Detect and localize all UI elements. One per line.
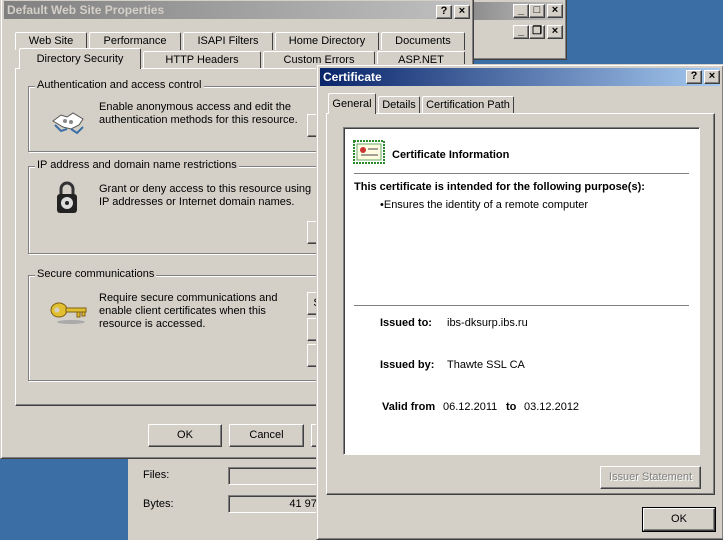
issued-by-label: Issued by: (380, 359, 435, 371)
valid-to-label: to (506, 401, 517, 413)
tab-label: General (332, 98, 372, 110)
close-button[interactable]: × (547, 4, 563, 18)
certificate-dialog: Certificate ? × General Details Certific… (316, 64, 723, 540)
maximize-button[interactable]: □ (529, 4, 545, 18)
info-divider (354, 173, 689, 175)
minimize-button[interactable]: _ (513, 4, 529, 18)
certificate-info-title: Certificate Information (392, 149, 510, 161)
key-icon (50, 302, 87, 324)
ok-button[interactable]: OK (148, 424, 222, 447)
files-label: Files: (143, 469, 170, 481)
issued-by-value: Thawte SSL CA (447, 359, 525, 371)
files-field (228, 467, 328, 485)
inner-minimize-button[interactable]: _ (513, 25, 529, 39)
purpose-heading: This certificate is intended for the fol… (354, 181, 645, 193)
certificate-titlebar: Certificate (320, 68, 720, 86)
tab-label: HTTP Headers (165, 54, 239, 66)
secure-comms-group-text: Require secure communications and enable… (99, 292, 278, 330)
bytes-label: Bytes: (143, 498, 174, 510)
cancel-button[interactable]: Cancel (229, 424, 304, 447)
tab-certification-path[interactable]: Certification Path (422, 96, 514, 114)
tab-details[interactable]: Details (378, 96, 420, 114)
general-panel: Certificate Information This certificate… (326, 113, 715, 495)
status-panel: Files: Bytes: 41 979 (128, 455, 328, 540)
properties-titlebar: Default Web Site Properties (4, 1, 470, 19)
certificate-title: Certificate (323, 70, 382, 84)
issued-to-label: Issued to: (380, 317, 432, 329)
tab-isapi-filters[interactable]: ISAPI Filters (183, 32, 273, 50)
padlock-icon (57, 181, 77, 213)
issued-to-value: ibs-dksurp.ibs.ru (447, 317, 528, 329)
tab-label: Directory Security (36, 53, 124, 65)
certificate-ok-button[interactable]: OK (642, 507, 716, 532)
tab-home-directory[interactable]: Home Directory (275, 32, 379, 50)
help-button[interactable]: ? (686, 70, 702, 84)
properties-title: Default Web Site Properties (7, 3, 165, 17)
ip-group-text: Grant or deny access to this resource us… (99, 183, 312, 208)
tab-http-headers[interactable]: HTTP Headers (143, 51, 261, 69)
inner-restore-button[interactable]: ❐ (529, 25, 545, 39)
auth-group-title: Authentication and access control (35, 79, 204, 91)
tab-label: Certification Path (426, 99, 510, 111)
tab-documents[interactable]: Documents (381, 32, 465, 50)
valid-from-label: Valid from (382, 401, 436, 413)
valid-to-value: 03.12.2012 (524, 401, 580, 413)
bytes-field: 41 979 (228, 495, 328, 513)
purpose-divider (354, 305, 689, 307)
tab-label: ISAPI Filters (197, 35, 259, 47)
close-button[interactable]: × (704, 70, 720, 84)
tab-label: Performance (103, 35, 167, 47)
tab-directory-security[interactable]: Directory Security (19, 48, 141, 69)
auth-group-text: Enable anonymous access and edit the aut… (99, 101, 298, 126)
issuer-statement-button[interactable]: Issuer Statement (600, 466, 701, 489)
inner-close-button[interactable]: × (547, 25, 563, 39)
certificate-icon (353, 140, 385, 164)
help-button[interactable]: ? (436, 5, 452, 19)
tab-label: Documents (395, 35, 451, 47)
handshake-icon (52, 112, 84, 135)
close-button[interactable]: × (454, 5, 470, 19)
purpose-item: •Ensures the identity of a remote comput… (380, 199, 589, 211)
tab-label: Home Directory (288, 35, 366, 47)
valid-from-value: 06.12.2011 (443, 401, 498, 413)
tab-label: Web Site (28, 35, 74, 47)
tab-general[interactable]: General (328, 93, 376, 114)
secure-comms-group-title: Secure communications (35, 268, 157, 280)
tab-label: Details (382, 99, 416, 111)
certificate-info-box: Certificate Information This certificate… (343, 127, 700, 455)
ip-group-title: IP address and domain name restrictions (35, 159, 239, 171)
